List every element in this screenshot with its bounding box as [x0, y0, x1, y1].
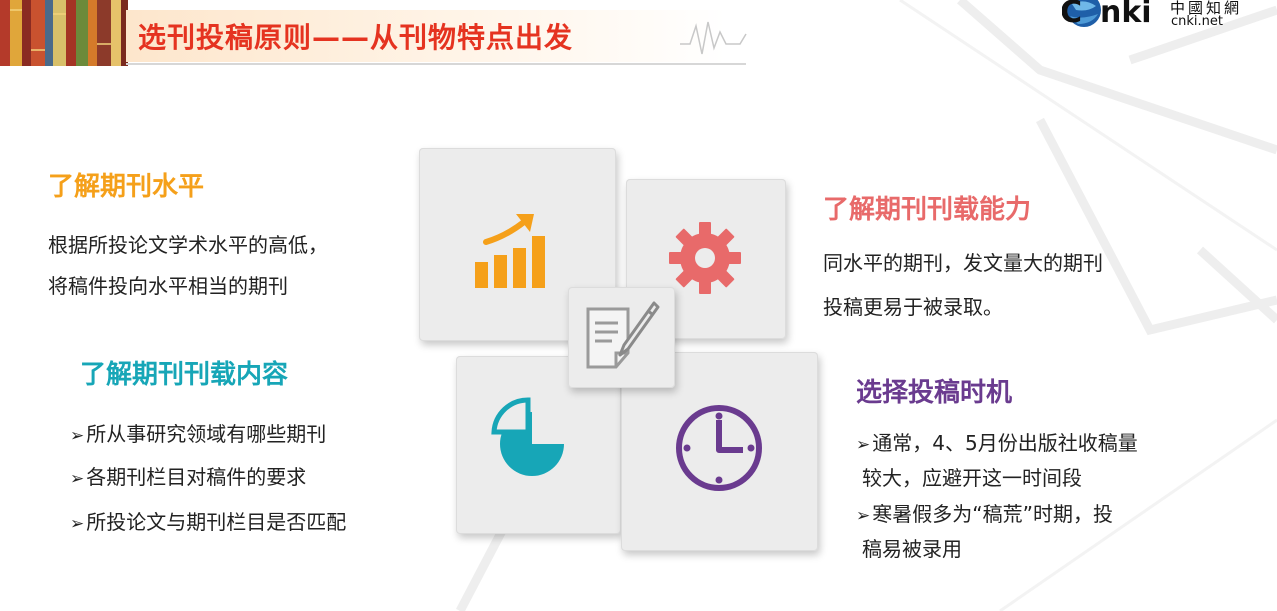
- level-line-1: 根据所投论文学术水平的高低，: [48, 233, 328, 257]
- gear-icon: [669, 222, 741, 294]
- bullet-arrow-icon: ➢: [856, 435, 871, 455]
- content-bullet-2: ➢ 各期刊栏目对稿件的要求: [70, 461, 306, 490]
- timing-bullet-2: ➢ 寒暑假多为“稿荒”时期，投: [856, 498, 1113, 527]
- header-underline: [126, 63, 746, 65]
- clock-icon: [676, 405, 762, 491]
- content-bullet-1: ➢ 所从事研究领域有哪些期刊: [70, 418, 326, 447]
- page-title: 选刊投稿原则——从刊物特点出发: [138, 21, 574, 54]
- bullet-arrow-icon: ➢: [70, 426, 85, 446]
- heading-submission-timing: 选择投稿时机: [856, 378, 1013, 408]
- content-bullet-2-text: 各期刊栏目对稿件的要求: [86, 465, 307, 489]
- bookshelf-image: [0, 0, 128, 66]
- document-pen-icon: [586, 301, 660, 369]
- bullet-arrow-icon: ➢: [856, 506, 871, 526]
- content-bullet-3-text: 所投论文与期刊栏目是否匹配: [86, 510, 347, 534]
- header: 选刊投稿原则——从刊物特点出发 C nki 中國知網 cnki.net: [0, 0, 1277, 70]
- capacity-line-1: 同水平的期刊，发文量大的期刊: [823, 251, 1103, 275]
- level-line-2: 将稿件投向水平相当的期刊: [48, 274, 288, 298]
- timing-bullet-2-text: 寒暑假多为“稿荒”时期，投: [872, 502, 1113, 526]
- content-bullet-1-text: 所从事研究领域有哪些期刊: [86, 422, 327, 446]
- timing-bullet-1-cont: 较大，应避开这一时间段: [862, 466, 1082, 490]
- bullet-arrow-icon: ➢: [70, 514, 85, 534]
- cnki-logo: C nki: [1062, 0, 1152, 30]
- svg-text:C: C: [1062, 0, 1082, 30]
- bullet-arrow-icon: ➢: [70, 469, 85, 489]
- timing-bullet-2-cont: 稿易被录用: [862, 537, 962, 561]
- pulse-line-decoration: [680, 21, 747, 55]
- timing-bullet-1-text: 通常，4、5月份出版社收稿量: [872, 431, 1138, 455]
- bar-chart-growth-icon: [475, 214, 545, 288]
- content-bullet-3: ➢ 所投论文与期刊栏目是否匹配: [70, 506, 346, 535]
- pie-chart-icon: [491, 397, 564, 476]
- capacity-line-2: 投稿更易于被录取。: [823, 295, 1003, 319]
- svg-text:nki: nki: [1100, 0, 1152, 30]
- heading-journal-content: 了解期刊刊载内容: [80, 360, 289, 390]
- heading-journal-capacity: 了解期刊刊载能力: [823, 195, 1032, 225]
- timing-bullet-1: ➢ 通常，4、5月份出版社收稿量: [856, 427, 1138, 456]
- tile-center: [568, 287, 675, 388]
- heading-journal-level: 了解期刊水平: [48, 172, 205, 202]
- logo-url: cnki.net: [1171, 14, 1223, 29]
